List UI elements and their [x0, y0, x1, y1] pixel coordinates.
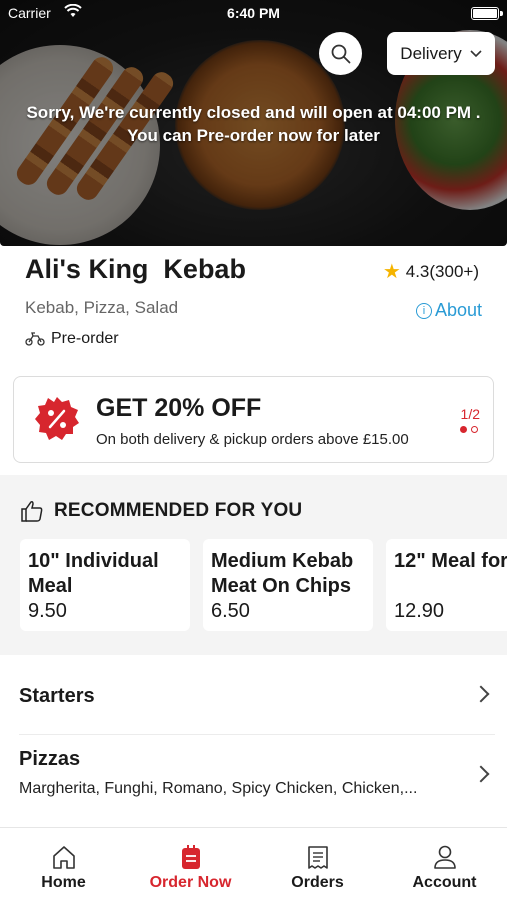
home-icon	[52, 846, 75, 869]
offer-title: GET 20% OFF	[96, 394, 262, 422]
item-price: 6.50	[211, 600, 250, 622]
tab-label: Home	[41, 874, 86, 891]
thumbs-up-icon	[21, 501, 43, 522]
search-icon	[331, 44, 350, 63]
item-name: Medium Kebab Meat On Chips	[211, 550, 354, 597]
offer-page-indicator: 1/2	[460, 406, 480, 422]
rating: ★ 4.3(300+)	[383, 262, 479, 282]
tab-home[interactable]: Home	[0, 828, 127, 900]
delivery-mode-label: Delivery	[400, 43, 462, 63]
order-mode: Pre-order	[25, 330, 119, 348]
cuisine-list: Kebab, Pizza, Salad	[25, 298, 179, 317]
recommended-item[interactable]: 10" Individual Meal 9.50	[20, 539, 190, 631]
chevron-right-icon	[472, 685, 490, 703]
delivery-mode-dropdown[interactable]: Delivery	[387, 32, 495, 75]
about-label: About	[434, 300, 482, 320]
offer-subtitle: On both delivery & pickup orders above £…	[96, 431, 409, 448]
tab-order-now[interactable]: Order Now	[127, 828, 254, 900]
recommended-title: RECOMMENDED FOR YOU	[54, 500, 303, 521]
recommended-header: RECOMMENDED FOR YOU	[20, 500, 302, 522]
about-link[interactable]: i About	[415, 300, 482, 321]
scooter-icon	[25, 332, 45, 346]
bottom-tab-bar: Home Order Now Orders Account	[0, 827, 507, 900]
status-bar: Carrier 6:40 PM	[0, 0, 507, 28]
discount-badge-icon	[35, 397, 79, 440]
restaurant-name: Ali's King Kebab	[25, 254, 246, 284]
tab-account[interactable]: Account	[381, 828, 507, 900]
closed-message-line1: Sorry, We're currently closed and will o…	[26, 103, 481, 122]
item-price: 12.90	[394, 600, 445, 622]
order-icon	[181, 845, 200, 869]
chevron-right-icon	[472, 765, 490, 783]
info-icon: i	[415, 302, 432, 319]
recommended-section: RECOMMENDED FOR YOU 10" Individual Meal …	[0, 475, 507, 655]
tab-label: Orders	[291, 874, 344, 891]
order-mode-label: Pre-order	[51, 330, 119, 347]
category-title: Pizzas	[19, 748, 81, 770]
item-name: 10" Individual Meal	[28, 550, 159, 597]
carousel-dots	[460, 426, 478, 433]
person-icon	[433, 845, 456, 869]
item-price: 9.50	[28, 600, 67, 622]
category-description: Margherita, Funghi, Romano, Spicy Chicke…	[19, 780, 418, 797]
search-button[interactable]	[319, 32, 362, 75]
rating-value: 4.3(300+)	[405, 262, 479, 281]
tab-label: Order Now	[149, 874, 232, 891]
recommended-item[interactable]: 12" Meal for 12.90	[386, 539, 507, 631]
receipt-icon	[307, 846, 328, 869]
menu-category-starters[interactable]: Starters	[0, 658, 507, 734]
battery-icon	[471, 7, 503, 20]
tab-label: Account	[412, 874, 477, 891]
menu-category-pizzas[interactable]: Pizzas Margherita, Funghi, Romano, Spicy…	[0, 735, 507, 825]
item-name: 12" Meal for	[394, 550, 507, 572]
closed-message-line2: You can Pre-order now for later	[127, 126, 380, 145]
star-icon: ★	[382, 261, 401, 283]
carousel-dot[interactable]	[460, 426, 467, 433]
offer-card[interactable]: GET 20% OFF On both delivery & pickup or…	[13, 376, 494, 463]
clock: 6:40 PM	[227, 5, 280, 21]
tab-orders[interactable]: Orders	[254, 828, 381, 900]
chevron-down-icon	[470, 49, 482, 57]
recommended-item[interactable]: Medium Kebab Meat On Chips 6.50	[203, 539, 373, 631]
hero-banner: Carrier 6:40 PM Delivery Sorry, We're cu…	[0, 0, 507, 246]
carousel-dot[interactable]	[471, 426, 478, 433]
closed-message: Sorry, We're currently closed and will o…	[0, 101, 507, 147]
category-title: Starters	[19, 685, 95, 707]
